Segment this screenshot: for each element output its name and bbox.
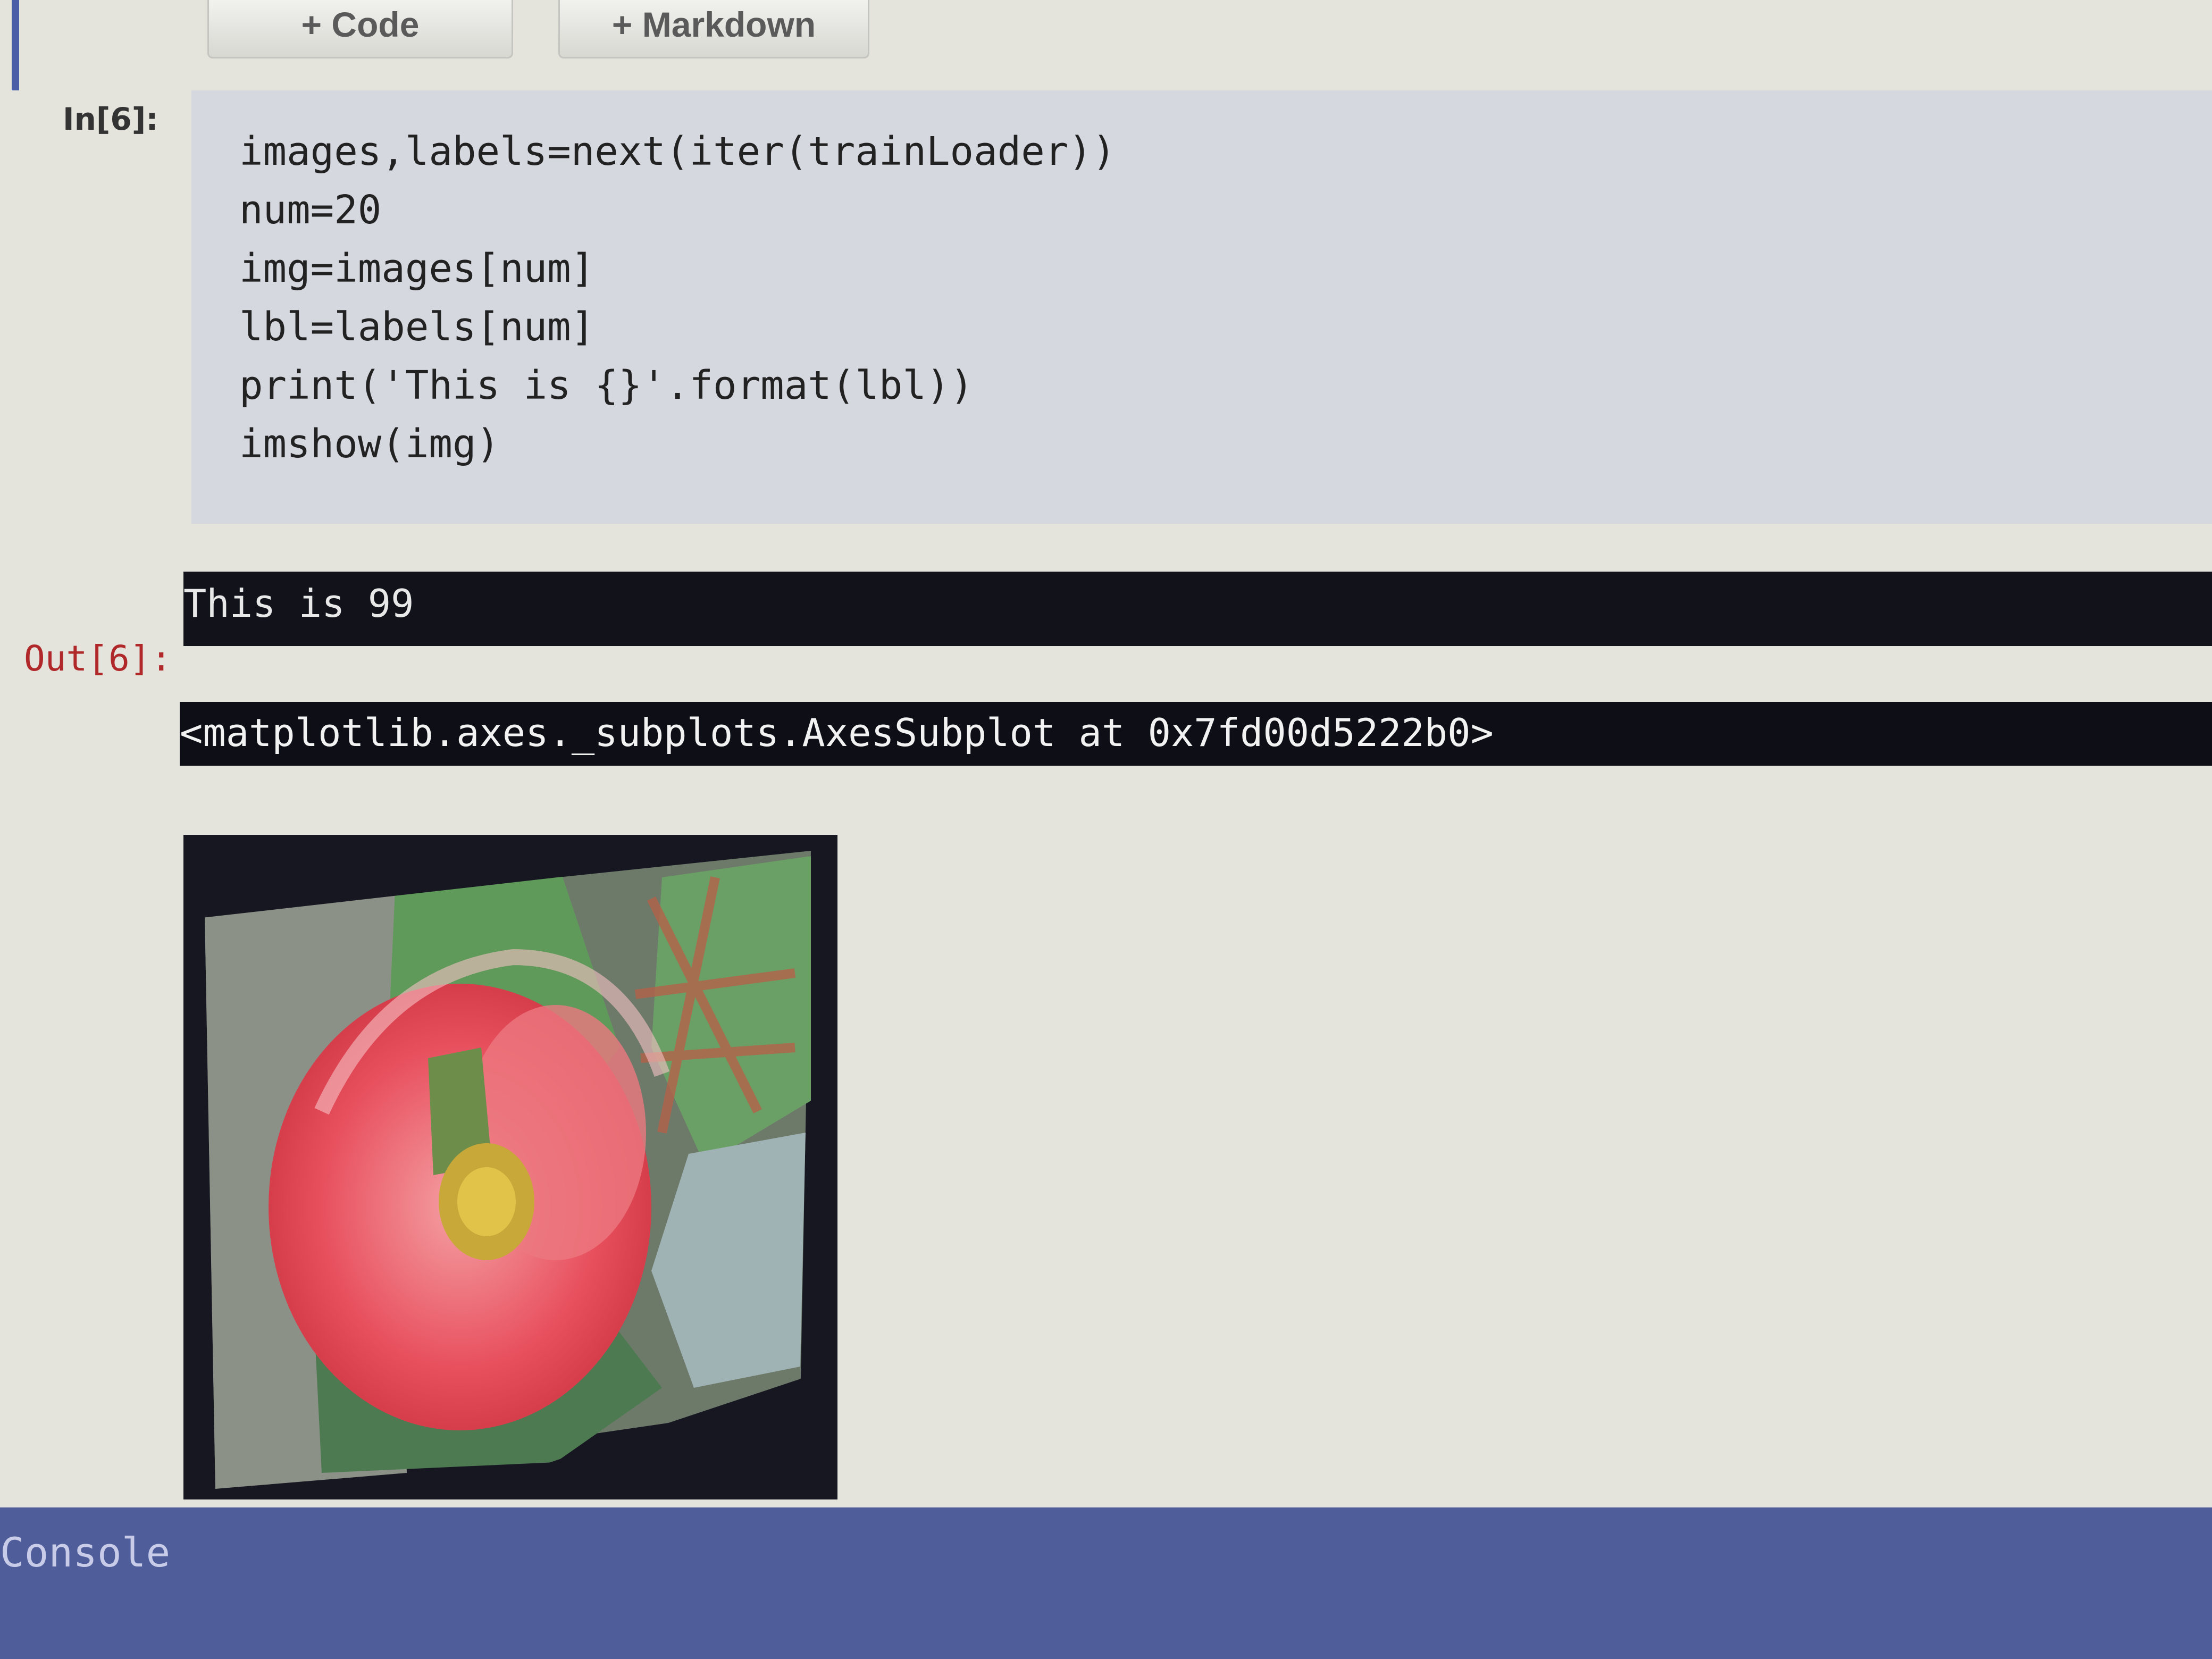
code-line-6: imshow(img): [239, 421, 500, 467]
output-image-flower: [183, 835, 837, 1499]
result-output: <matplotlib.axes._subplots.AxesSubplot a…: [180, 702, 2212, 766]
output-prompt: Out[6]:: [24, 638, 172, 679]
add-markdown-cell-button[interactable]: + Markdown: [558, 0, 869, 58]
cell-selection-indicator: [12, 0, 19, 90]
code-line-3: img=images[num]: [239, 246, 595, 291]
code-cell-editor[interactable]: images,labels=next(iter(trainLoader)) nu…: [191, 90, 2212, 524]
code-line-2: num=20: [239, 187, 382, 233]
code-line-5: print('This is {}'.format(lbl)): [239, 363, 974, 408]
add-code-cell-button[interactable]: + Code: [207, 0, 513, 58]
code-line-1: images,labels=next(iter(trainLoader)): [239, 129, 1116, 174]
console-panel[interactable]: Console: [0, 1507, 2212, 1659]
input-prompt: In[6]:: [63, 101, 158, 137]
stdout-output: This is 99: [183, 572, 2212, 646]
console-tab-label[interactable]: Console: [0, 1529, 170, 1576]
code-line-4: lbl=labels[num]: [239, 304, 595, 350]
